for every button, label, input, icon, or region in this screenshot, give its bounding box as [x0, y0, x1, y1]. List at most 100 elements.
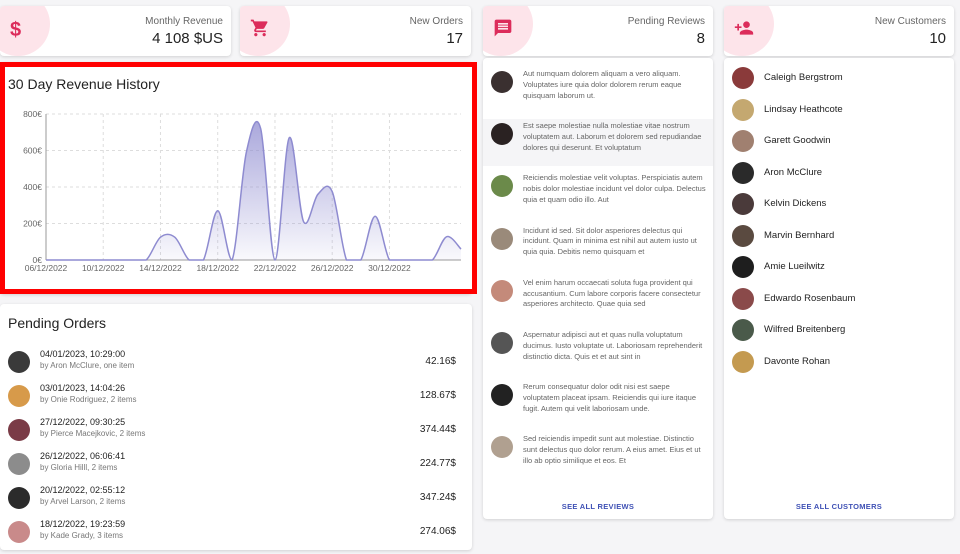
order-date: 27/12/2022, 09:30:25 [40, 417, 126, 427]
stat-label: Pending Reviews [627, 16, 705, 27]
review-text: Aspernatur adipisci aut et quas nulla vo… [523, 330, 703, 361]
customer-name: Wilfred Breitenberg [764, 324, 846, 335]
avatar [8, 487, 30, 509]
customer-row[interactable]: Caleigh Bergstrom [724, 63, 954, 93]
avatar [491, 175, 513, 198]
comment-icon [493, 18, 513, 44]
stat-card-revenue: $ Monthly Revenue 4 108 $US [0, 6, 231, 56]
review-text: Sed reiciendis impedit sunt aut molestia… [523, 434, 701, 465]
dollar-icon: $ [10, 19, 22, 41]
stat-card-orders: New Orders 17 [240, 6, 471, 56]
avatar [732, 224, 754, 247]
review-row[interactable]: Rerum consequatur dolor odit nisi est sa… [483, 380, 713, 427]
review-row[interactable]: Sed reiciendis impedit sunt aut molestia… [483, 432, 713, 479]
order-customer: by Onie Rodriguez, 2 items [40, 395, 137, 404]
order-row[interactable]: 18/12/2022, 19:23:59 by Kade Grady, 3 ite… [0, 517, 472, 550]
avatar [732, 130, 754, 152]
customer-name: Lindsay Heathcote [764, 103, 843, 115]
avatar [491, 227, 513, 250]
avatar [732, 350, 754, 373]
review-row[interactable]: Incidunt id sed. Sit dolor asperiores de… [483, 224, 713, 271]
see-all-reviews-link[interactable]: SEE ALL REVIEWS [483, 502, 713, 511]
customer-row[interactable]: Wilfred Breitenberg [724, 315, 954, 345]
customer-row[interactable]: Kelvin Dickens [724, 189, 954, 219]
customer-name: Garett Goodwin [764, 135, 831, 146]
stat-label: New Customers [874, 16, 946, 27]
stat-label: Monthly Revenue [145, 16, 223, 27]
customer-row[interactable]: Garett Goodwin [724, 126, 954, 156]
review-text: Reiciendis molestiae velit voluptas. Per… [523, 173, 706, 204]
review-row[interactable]: Reiciendis molestiae velit voluptas. Per… [483, 171, 713, 218]
avatar [732, 161, 754, 184]
customers-card: Caleigh Bergstrom Lindsay Heathcote Garett… [724, 58, 954, 519]
avatar [8, 453, 30, 475]
customer-row[interactable]: Amie Lueilwitz [724, 252, 954, 282]
pending-orders-card: Pending Orders 04/01/2023, 10:29:00 by Ar… [0, 304, 472, 550]
order-row[interactable]: 04/01/2023, 10:29:00 by Aron McClure, one… [0, 347, 472, 381]
customer-name: Marvin Bernhard [764, 229, 835, 241]
avatar [491, 123, 513, 146]
review-row[interactable]: Vel enim harum occaecati soluta fuga pro… [483, 276, 713, 323]
customer-name: Edwardo Rosenbaum [764, 292, 856, 304]
avatar [8, 385, 30, 407]
order-date: 04/01/2023, 10:29:00 [40, 349, 126, 359]
order-row[interactable]: 26/12/2022, 06:06:41 by Gloria Hilll, 2 i… [0, 449, 472, 483]
avatar [732, 67, 754, 89]
customer-name: Aron McClure [764, 166, 823, 178]
order-customer: by Gloria Hilll, 2 items [40, 463, 118, 472]
order-row[interactable]: 27/12/2022, 09:30:25 by Pierce Macejkovic… [0, 415, 472, 449]
review-text: Aut numquam dolorem aliquam a vero aliqu… [523, 69, 682, 100]
review-row[interactable]: Est saepe molestiae nulla molestiae vita… [483, 119, 713, 167]
customer-name: Davonte Rohan [764, 355, 831, 367]
order-customer: by Aron McClure, one item [40, 361, 135, 370]
avatar [491, 71, 513, 93]
review-row[interactable]: Aspernatur adipisci aut et quas nulla vo… [483, 328, 713, 375]
order-total: 274.06$ [419, 526, 456, 537]
review-text: Incidunt id sed. Sit dolor asperiores de… [523, 225, 697, 257]
customer-row[interactable]: Edwardo Rosenbaum [724, 284, 954, 314]
avatar [732, 256, 754, 278]
stat-value: 10 [929, 30, 946, 47]
customer-name: Amie Lueilwitz [764, 261, 825, 272]
review-row[interactable]: Aut numquam dolorem aliquam a vero aliqu… [483, 67, 713, 114]
avatar [8, 419, 30, 441]
avatar [8, 521, 30, 543]
review-text: Est saepe molestiae nulla molestiae vita… [523, 121, 702, 152]
highlight-box [0, 62, 477, 294]
order-row[interactable]: 20/12/2022, 02:55:12 by Arvel Larson, 2 i… [0, 483, 472, 517]
order-row[interactable]: 03/01/2023, 14:04:26 by Onie Rodriguez, 2… [0, 381, 472, 415]
customer-row[interactable]: Lindsay Heathcote [724, 95, 954, 125]
order-date: 18/12/2022, 19:23:59 [40, 519, 126, 529]
stat-value: 4 108 $US [152, 30, 223, 47]
reviews-card: Aut numquam dolorem aliquam a vero aliqu… [483, 58, 713, 519]
customer-row[interactable]: Davonte Rohan [724, 347, 954, 377]
avatar [491, 384, 513, 407]
order-total: 224.77$ [419, 458, 456, 469]
order-customer: by Arvel Larson, 2 items [40, 497, 126, 506]
review-text: Rerum consequatur dolor odit nisi est sa… [523, 382, 697, 413]
avatar [491, 332, 513, 354]
customer-row[interactable]: Marvin Bernhard [724, 221, 954, 251]
stat-card-customers: New Customers 10 [724, 6, 954, 56]
stat-blob [0, 6, 50, 56]
cart-icon [250, 18, 270, 44]
order-total: 347.24$ [419, 492, 456, 503]
stat-value: 8 [696, 30, 705, 47]
review-text: Vel enim harum occaecati soluta fuga pro… [523, 277, 701, 309]
person-add-icon [734, 18, 754, 44]
order-date: 20/12/2022, 02:55:12 [40, 485, 126, 495]
see-all-customers-link[interactable]: SEE ALL CUSTOMERS [724, 502, 954, 511]
stat-label: New Orders [409, 16, 463, 27]
order-customer: by Pierce Macejkovic, 2 items [40, 429, 146, 438]
customer-row[interactable]: Aron McClure [724, 158, 954, 188]
pending-orders-title: Pending Orders [8, 315, 107, 331]
avatar [491, 436, 513, 459]
customer-name: Caleigh Bergstrom [764, 72, 843, 83]
order-total: 42.16$ [425, 356, 456, 367]
stat-value: 17 [446, 30, 463, 47]
order-total: 128.67$ [419, 390, 456, 401]
order-customer: by Kade Grady, 3 items [40, 531, 123, 540]
order-date: 26/12/2022, 06:06:41 [40, 451, 126, 461]
order-total: 374.44$ [419, 424, 456, 435]
avatar [8, 351, 30, 373]
